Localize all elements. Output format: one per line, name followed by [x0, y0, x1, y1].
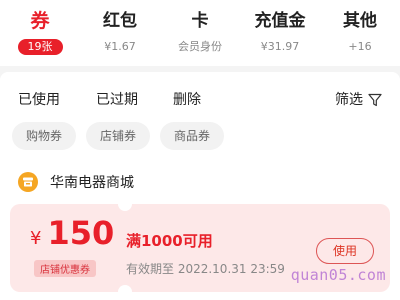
funnel-icon [368, 93, 382, 107]
card-notch [118, 204, 132, 211]
currency-symbol: ¥ [30, 228, 42, 249]
tab-sub: ¥1.67 [104, 40, 136, 53]
top-tabs: 券 19张 红包 ¥1.67 卡 会员身份 充值金 ¥31.97 其他 +16 [0, 0, 400, 66]
chip-store-coupon[interactable]: 店铺券 [86, 122, 151, 150]
chip-product-coupon[interactable]: 商品券 [160, 122, 225, 150]
card-notch [118, 285, 132, 292]
chip-shopping-coupon[interactable]: 购物券 [12, 122, 77, 150]
coupon-type-chips: 购物券 店铺券 商品券 [12, 122, 225, 150]
sift-label: 筛选 [335, 92, 363, 108]
watermark: quan05.com [290, 266, 386, 284]
tab-count-badge: 19张 [17, 39, 63, 55]
tab-label: 卡 [191, 11, 209, 31]
amount-value: 150 [47, 214, 115, 252]
coupon-condition: 满1000可用 [126, 232, 213, 250]
shop-name: 华南电器商城 [50, 175, 134, 191]
filter-used[interactable]: 已使用 [18, 90, 60, 110]
tab-other[interactable]: 其他 +16 [320, 0, 400, 66]
tab-label: 其他 [343, 11, 377, 31]
tab-label: 充值金 [254, 11, 306, 31]
tab-coupons[interactable]: 券 19张 [0, 0, 80, 66]
coupon-amount: ¥ 150 [30, 214, 114, 252]
tab-cards[interactable]: 卡 会员身份 [160, 0, 240, 66]
filter-bar: 已使用 已过期 删除 筛选 [0, 90, 400, 112]
delete-button[interactable]: 删除 [173, 90, 201, 110]
tab-recharge[interactable]: 充值金 ¥31.97 [240, 0, 320, 66]
store-icon [18, 172, 38, 192]
sift-button[interactable]: 筛选 [335, 90, 382, 110]
shop-header[interactable]: 华南电器商城 [18, 172, 134, 192]
tab-label: 红包 [103, 11, 137, 31]
tab-label: 券 [30, 10, 50, 32]
tab-sub: ¥31.97 [260, 40, 300, 53]
coupon-validity: 有效期至 2022.10.31 23:59 [126, 262, 285, 276]
tab-red-packets[interactable]: 红包 ¥1.67 [80, 0, 160, 66]
tab-sub: 会员身份 [178, 40, 222, 53]
tab-sub: +16 [348, 40, 372, 53]
coupon-type-badge: 店铺优惠券 [34, 260, 96, 277]
use-button[interactable]: 使用 [316, 238, 374, 264]
filter-expired[interactable]: 已过期 [96, 90, 138, 110]
